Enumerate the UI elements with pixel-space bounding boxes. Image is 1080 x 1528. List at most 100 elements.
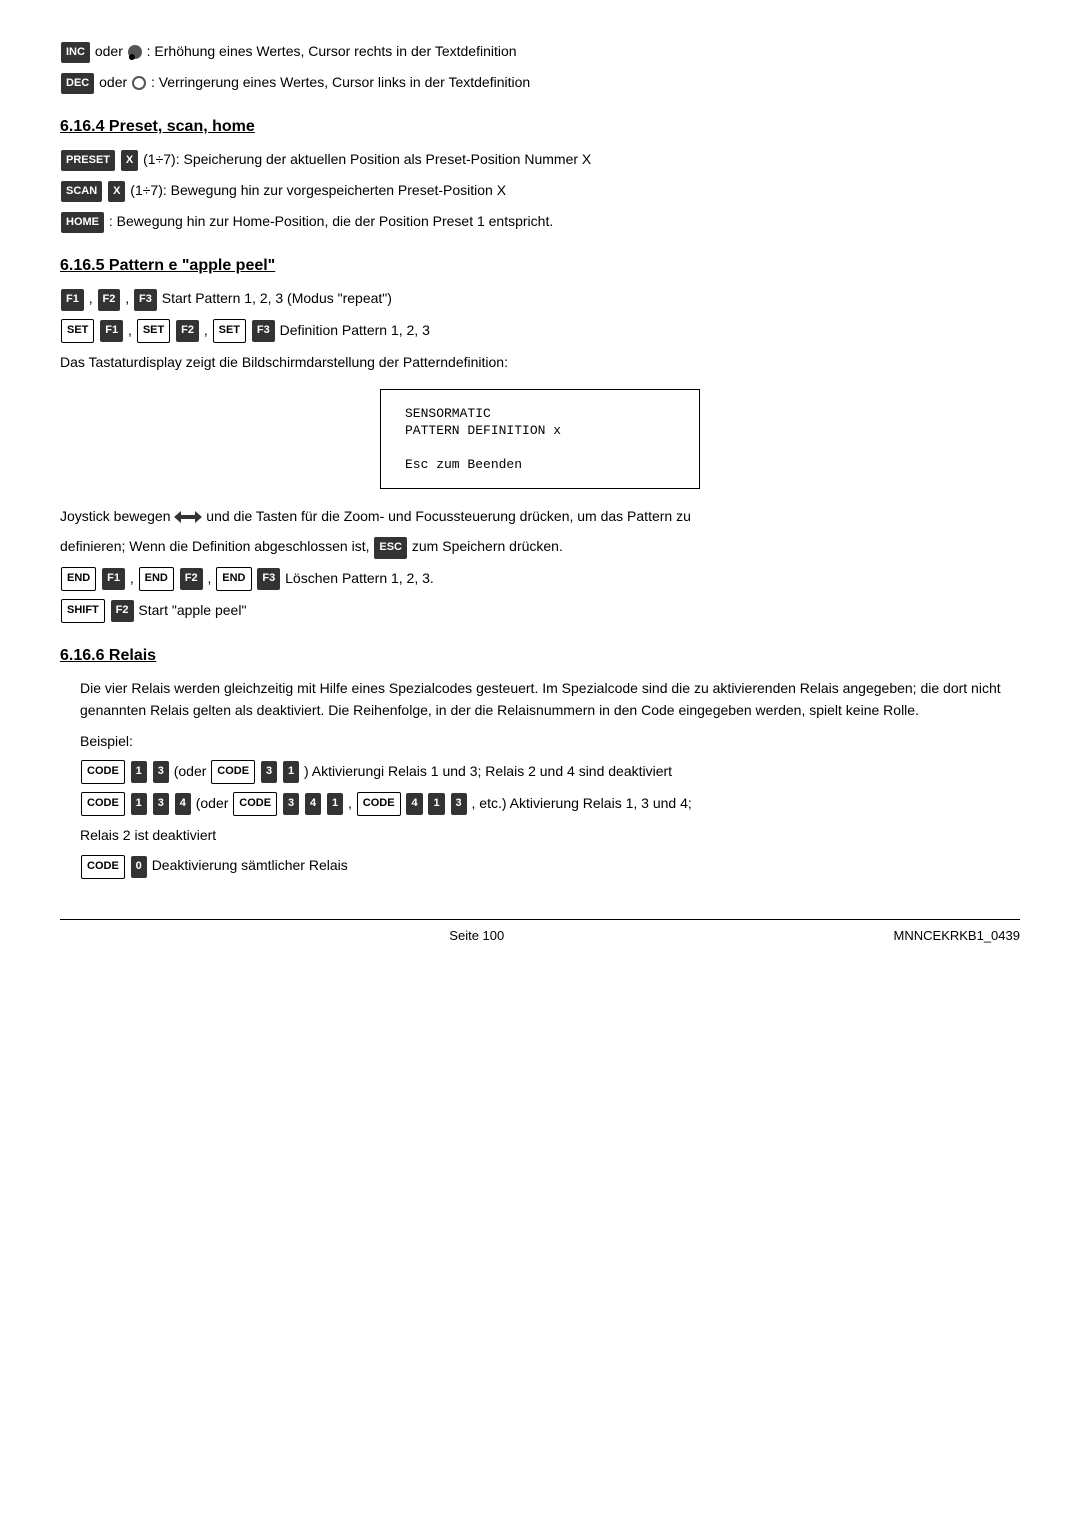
x-key-1: X <box>121 150 138 172</box>
beispiel-label: Beispiel: <box>80 730 1020 752</box>
pattern-set-text: Definition Pattern 1, 2, 3 <box>280 322 430 338</box>
example3-text: Deaktivierung sämtlicher Relais <box>152 857 348 873</box>
preset-text: (1÷7): Speicherung der aktuellen Positio… <box>143 151 591 167</box>
dec-line: DEC oder : Verringerung eines Wertes, Cu… <box>60 71 1020 94</box>
inc-key: INC <box>61 42 90 64</box>
example2-line: CODE 1 3 4 (oder CODE 3 4 1 , CODE 4 1 3… <box>80 792 1020 816</box>
pattern-set-line: SET F1 , SET F2 , SET F3 Definition Patt… <box>60 319 1020 343</box>
code-key-e2b: CODE <box>233 792 277 816</box>
f2-key-3: F2 <box>180 568 203 590</box>
home-key: HOME <box>61 212 104 234</box>
f3-key-3: F3 <box>257 568 280 590</box>
code-key-e1b: CODE <box>211 760 255 784</box>
circle-filled-icon: ● <box>128 45 142 59</box>
code-key-e2a: CODE <box>81 792 125 816</box>
f1-key-1: F1 <box>61 289 84 311</box>
footer-doc: MNNCEKRKB1_0439 <box>894 928 1020 943</box>
display-line1: SENSORMATIC <box>405 406 675 421</box>
scan-key: SCAN <box>61 181 102 203</box>
section-pattern-heading: 6.16.5 Pattern e "apple peel" <box>60 257 1020 275</box>
num3-e2a: 3 <box>153 793 169 815</box>
display-line3 <box>405 440 675 455</box>
joystick-arrow-icon <box>174 509 202 525</box>
section-relais-heading: 6.16.6 Relais <box>60 647 1020 665</box>
shift-text: Start "apple peel" <box>138 602 246 618</box>
dec-oder: oder <box>99 74 131 90</box>
scan-line: SCAN X (1÷7): Bewegung hin zur vorgespei… <box>60 179 1020 202</box>
display-intro-line: Das Tastaturdisplay zeigt die Bildschirm… <box>60 351 1020 373</box>
code-key-e1a: CODE <box>81 760 125 784</box>
f1-key-2: F1 <box>100 320 123 342</box>
delete-pattern-text: Löschen Pattern 1, 2, 3. <box>285 570 434 586</box>
code-key-e2c: CODE <box>357 792 401 816</box>
preset-key: PRESET <box>61 150 115 172</box>
example1-text: ) Aktivierungi Relais 1 und 3; Relais 2 … <box>304 763 672 779</box>
delete-pattern-line: END F1 , END F2 , END F3 Löschen Pattern… <box>60 567 1020 591</box>
f3-key-2: F3 <box>252 320 275 342</box>
display-line2: PATTERN DEFINITION x <box>405 423 675 438</box>
num1-e2b: 1 <box>327 793 343 815</box>
num4-e2a: 4 <box>175 793 191 815</box>
top-lines: INC oder ● : Erhöhung eines Wertes, Curs… <box>60 40 1020 94</box>
x-key-2: X <box>108 181 125 203</box>
end-key-2: END <box>139 567 174 591</box>
num3-e2b: 3 <box>283 793 299 815</box>
num3-e1b: 3 <box>261 761 277 783</box>
shift-line: SHIFT F2 Start "apple peel" <box>60 599 1020 623</box>
section-pattern: 6.16.5 Pattern e "apple peel" F1 , F2 , … <box>60 257 1020 622</box>
end-key-3: END <box>216 567 251 591</box>
joystick-text4: zum Speichern drücken. <box>412 538 563 554</box>
num4-e2b: 4 <box>305 793 321 815</box>
preset-line: PRESET X (1÷7): Speicherung der aktuelle… <box>60 148 1020 171</box>
section-preset-heading: 6.16.4 Preset, scan, home <box>60 118 1020 136</box>
f1-key-3: F1 <box>102 568 125 590</box>
example1-line: CODE 1 3 (oder CODE 3 1 ) Aktivierungi R… <box>80 760 1020 784</box>
section-preset: 6.16.4 Preset, scan, home PRESET X (1÷7)… <box>60 118 1020 233</box>
num1-e2c: 1 <box>428 793 444 815</box>
num1-e1b: 1 <box>283 761 299 783</box>
example3-line: CODE 0 Deaktivierung sämtlicher Relais <box>80 854 1020 878</box>
num3-e1a: 3 <box>153 761 169 783</box>
f2-key-1: F2 <box>98 289 121 311</box>
end-key-1: END <box>61 567 96 591</box>
joystick-line2: definieren; Wenn die Definition abgeschl… <box>60 535 1020 558</box>
joystick-text3: definieren; Wenn die Definition abgeschl… <box>60 538 373 554</box>
inc-text: : Erhöhung eines Wertes, Cursor rechts i… <box>147 43 517 59</box>
home-line: HOME : Bewegung hin zur Home-Position, d… <box>60 210 1020 233</box>
shift-key: SHIFT <box>61 599 105 623</box>
num0-e3: 0 <box>131 856 147 878</box>
set-key-3: SET <box>213 319 246 343</box>
num3-e2c: 3 <box>451 793 467 815</box>
pattern-f-line1: F1 , F2 , F3 Start Pattern 1, 2, 3 (Modu… <box>60 287 1020 310</box>
dec-text: : Verringerung eines Wertes, Cursor link… <box>151 74 530 90</box>
set-key-1: SET <box>61 319 94 343</box>
joystick-text2: und die Tasten für die Zoom- und Focusst… <box>206 508 691 524</box>
pattern-f-line1-text: Start Pattern 1, 2, 3 (Modus "repeat") <box>162 290 392 306</box>
footer-page: Seite 100 <box>449 928 504 943</box>
example2-line2: Relais 2 ist deaktiviert <box>80 824 1020 846</box>
f3-key-1: F3 <box>134 289 157 311</box>
example2-etc: , etc.) Aktivierung Relais 1, 3 und 4; <box>472 795 692 811</box>
section-relais: 6.16.6 Relais Die vier Relais werden gle… <box>60 647 1020 879</box>
num4-e2c: 4 <box>406 793 422 815</box>
page-content: INC oder ● : Erhöhung eines Wertes, Curs… <box>60 40 1020 943</box>
home-text: : Bewegung hin zur Home-Position, die de… <box>109 213 553 229</box>
pattern-display-box: SENSORMATIC PATTERN DEFINITION x Esc zum… <box>380 389 700 489</box>
f2-key-2: F2 <box>176 320 199 342</box>
f2-key-4: F2 <box>111 600 134 622</box>
relais-intro: Die vier Relais werden gleichzeitig mit … <box>80 677 1020 722</box>
circle-outline-icon <box>132 76 146 90</box>
num1-e1a: 1 <box>131 761 147 783</box>
esc-key: ESC <box>374 537 407 559</box>
code-key-e3: CODE <box>81 855 125 879</box>
joystick-line: Joystick bewegen und die Tasten für die … <box>60 505 1020 527</box>
set-key-2: SET <box>137 319 170 343</box>
num1-e2a: 1 <box>131 793 147 815</box>
display-line4: Esc zum Beenden <box>405 457 675 472</box>
inc-oder: oder <box>95 43 127 59</box>
scan-text: (1÷7): Bewegung hin zur vorgespeicherten… <box>130 182 506 198</box>
dec-key: DEC <box>61 73 94 95</box>
page-footer: Seite 100 MNNCEKRKB1_0439 <box>60 919 1020 943</box>
inc-line: INC oder ● : Erhöhung eines Wertes, Curs… <box>60 40 1020 63</box>
joystick-text1: Joystick bewegen <box>60 508 174 524</box>
